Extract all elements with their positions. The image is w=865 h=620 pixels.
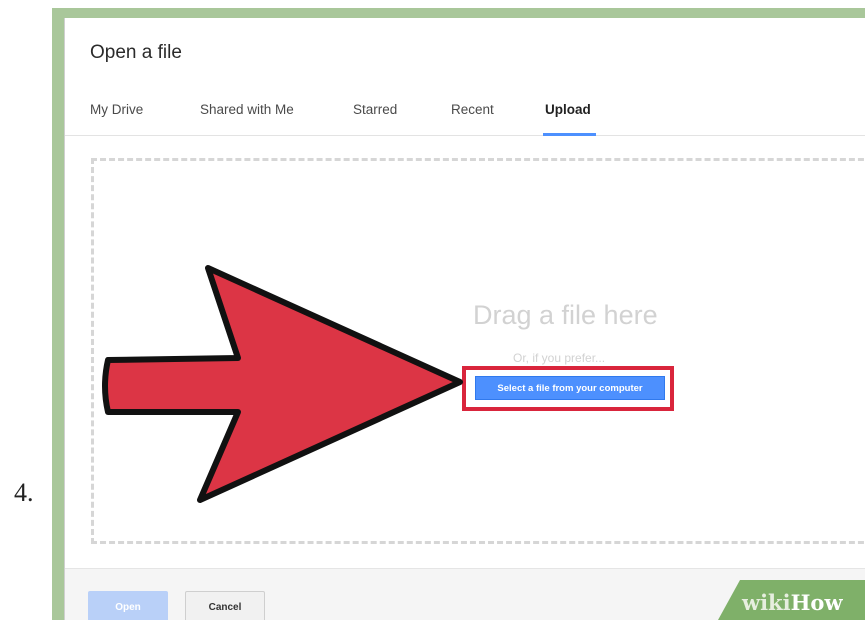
pointer-arrow-icon — [102, 265, 463, 503]
tab-bar: My Drive Shared with Me Starred Recent U… — [65, 88, 865, 136]
prefer-subtext: Or, if you prefer... — [513, 351, 606, 365]
tab-recent[interactable]: Recent — [451, 102, 494, 117]
tab-starred[interactable]: Starred — [353, 102, 397, 117]
open-button[interactable]: Open — [88, 591, 168, 620]
tab-my-drive[interactable]: My Drive — [90, 102, 143, 117]
tab-shared-with-me[interactable]: Shared with Me — [200, 102, 294, 117]
wikihow-logo-wiki: wiki — [742, 590, 791, 615]
dialog-title: Open a file — [90, 42, 182, 63]
active-tab-indicator — [543, 133, 596, 136]
cancel-button[interactable]: Cancel — [185, 591, 265, 620]
tab-upload[interactable]: Upload — [545, 102, 591, 117]
screenshot-root: 4. Open a file My Drive Shared with Me S… — [0, 0, 865, 620]
step-number: 4. — [14, 478, 34, 507]
select-file-button[interactable]: Select a file from your computer — [475, 376, 665, 400]
wikihow-logo: wikiHow — [742, 590, 843, 615]
wikihow-logo-how: How — [790, 590, 843, 615]
drag-heading: Drag a file here — [473, 300, 658, 330]
